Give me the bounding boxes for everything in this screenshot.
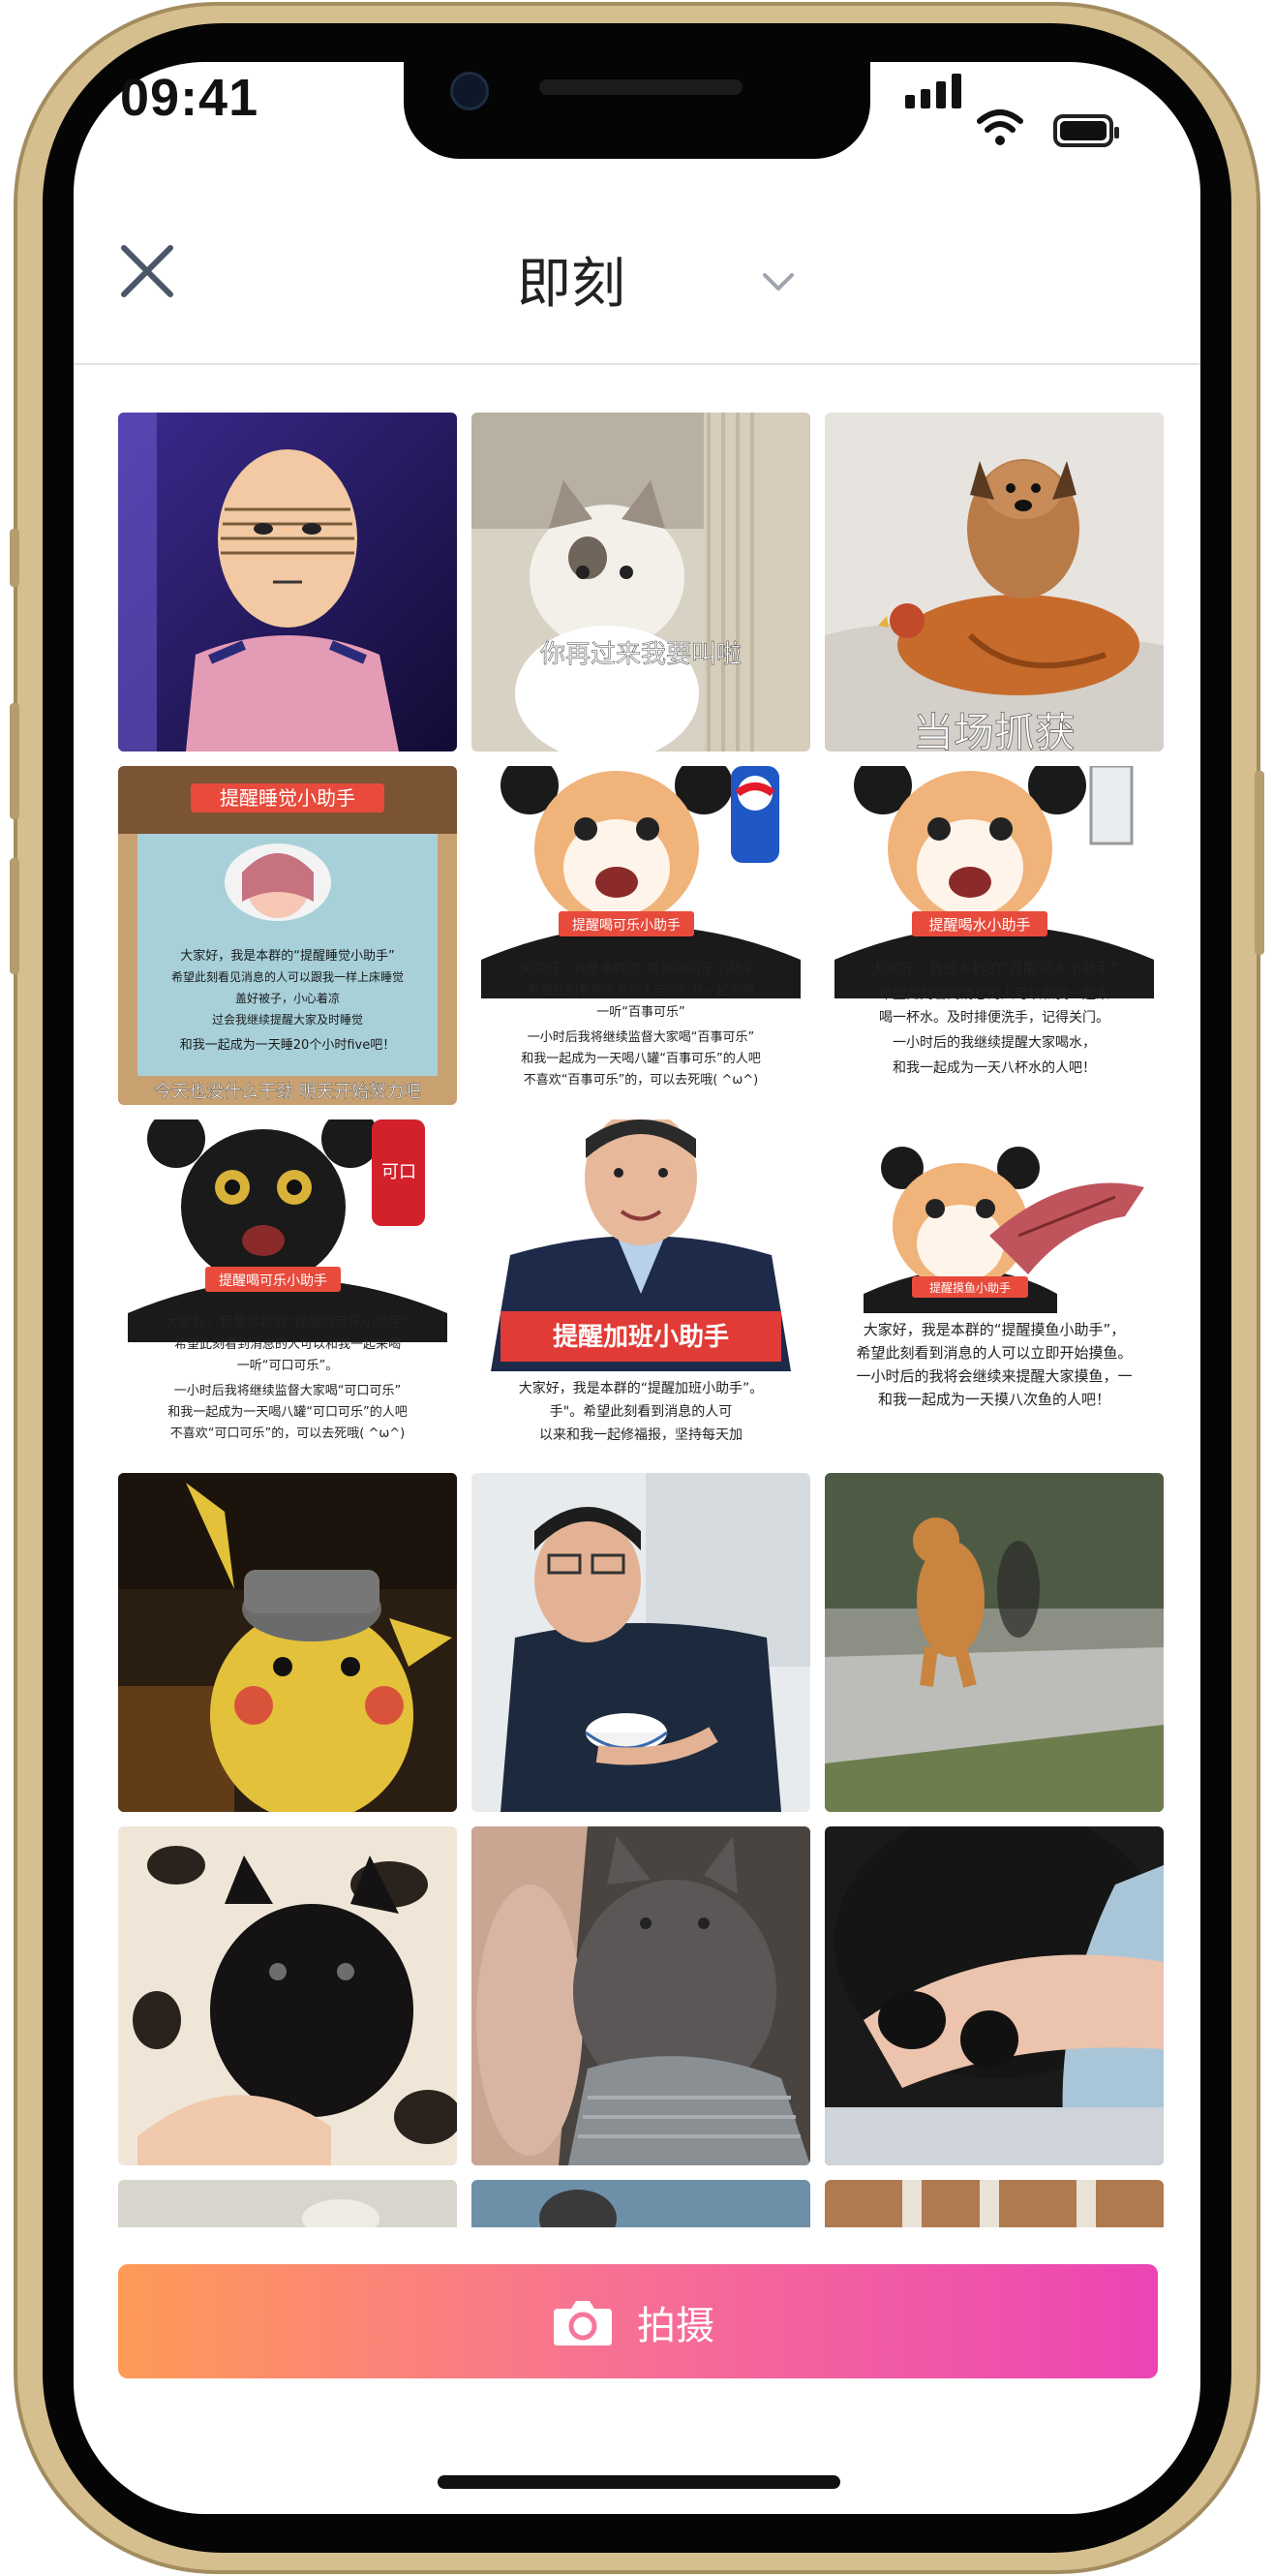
tile-footer: 今天也没什么干劲 明天开始努力吧	[154, 1082, 421, 1102]
tile-caption: 大家好，我是本群的“提醒喝可乐小助手”	[166, 1314, 410, 1331]
tile-badge: 提醒摸鱼小助手	[929, 1280, 1011, 1295]
tile-footer: 不喜欢“可口可乐”的，可以去死哦( ^ω^)	[170, 1426, 405, 1441]
svg-text:希望此刻看到消息的人可以和我一起来: 希望此刻看到消息的人可以和我一起来	[879, 986, 1109, 1002]
photo-tile-saitama[interactable]	[118, 413, 457, 751]
shoot-label: 拍摄	[637, 2304, 714, 2348]
photo-tile-sleep-helper[interactable]: 提醒睡觉小助手 大家好，我是本群的“提醒睡觉小助手” 希望此刻看见消息的人可以跟…	[118, 766, 457, 1105]
svg-text:喝一杯水。及时排便洗手，记得关门。: 喝一杯水。及时排便洗手，记得关门。	[879, 1009, 1109, 1026]
svg-text:希望此刻看到消息的人可以和我一起来喝: 希望此刻看到消息的人可以和我一起来喝	[528, 983, 754, 998]
header-divider	[74, 363, 1200, 365]
tile-caption: 大家好，我是本群的“提醒加班小助手”。	[519, 1380, 764, 1396]
camera-icon	[554, 2301, 612, 2346]
photo-tile-dog-chicken[interactable]: 当场抓获	[825, 413, 1164, 751]
tile-caption: 大家好，我是本群的“提醒摸鱼小助手”，	[864, 1321, 1126, 1338]
notch	[404, 62, 870, 159]
photo-tile-cat-wall[interactable]: 你再过来我要叫啦	[471, 413, 810, 751]
svg-text:和我一起成为一天喝八罐“可口可乐”的人吧: 和我一起成为一天喝八罐“可口可乐”的人吧	[167, 1404, 407, 1420]
svg-text:一听“可口可乐”。: 一听“可口可乐”。	[237, 1359, 338, 1373]
photo-grid: 你再过来我要叫啦 当场抓获 提醒睡觉小助手 大家好，我是本群的“提醒睡觉小助手”…	[118, 413, 1164, 2227]
photo-tile-grey-cat[interactable]	[471, 1826, 810, 2165]
volume-down-button	[10, 858, 19, 974]
svg-text:和我一起成为一天睡20个小时five吧！: 和我一起成为一天睡20个小时five吧！	[180, 1038, 395, 1053]
tile-caption: 大家好，我是本群的“提醒睡觉小助手”	[180, 948, 394, 964]
svg-text:希望此刻看见消息的人可以跟我一样上床睡觉: 希望此刻看见消息的人可以跟我一样上床睡觉	[171, 969, 404, 984]
photo-tile-coke-cat[interactable]: 可口 提醒喝可乐小助手 大家好，我是本群的“提醒喝可乐小助手” 希望此刻看到消息…	[118, 1119, 457, 1458]
svg-text:希望此刻看到消息的人可以立即开始摸鱼。: 希望此刻看到消息的人可以立即开始摸鱼。	[856, 1344, 1132, 1362]
front-camera	[450, 72, 489, 110]
svg-text:一小时后的我继续提醒大家喝水，: 一小时后的我继续提醒大家喝水，	[893, 1034, 1096, 1051]
photo-tile-water-cat[interactable]: 提醒喝水小助手 大家好，我是本群的“提醒喝水小助手” 希望此刻看到消息的人可以和…	[825, 766, 1164, 1105]
speaker	[539, 79, 743, 95]
photo-tile-row6-1[interactable]	[118, 2180, 457, 2227]
tile-footer: 和我一起成为一天八杯水的人吧！	[893, 1060, 1096, 1076]
chevron-down-icon[interactable]	[761, 269, 796, 294]
home-indicator[interactable]	[438, 2475, 840, 2489]
volume-up-button	[10, 703, 19, 819]
photo-tile-cat-arm[interactable]	[825, 1826, 1164, 2165]
photo-tile-fish-cat[interactable]: 提醒摸鱼小助手 大家好，我是本群的“提醒摸鱼小助手”， 希望此刻看到消息的人可以…	[825, 1119, 1164, 1458]
tile-caption: 大家好，我是本群的“提醒喝水小助手”	[870, 960, 1118, 977]
shoot-button[interactable]: 拍摄	[118, 2264, 1158, 2378]
power-button	[1255, 771, 1264, 955]
svg-text:手"。希望此刻看到消息的人可: 手"。希望此刻看到消息的人可	[550, 1403, 732, 1420]
tile-badge: 提醒睡觉小助手	[220, 786, 355, 810]
wifi-icon	[977, 109, 1023, 145]
svg-text:以来和我一起修福报，坚持每天加: 以来和我一起修福报，坚持每天加	[539, 1427, 743, 1443]
svg-text:可口: 可口	[381, 1162, 416, 1182]
svg-text:一听“百事可乐”: 一听“百事可乐”	[596, 1005, 684, 1020]
album-title[interactable]: 即刻	[426, 240, 716, 319]
tile-badge: 提醒喝可乐小助手	[219, 1273, 327, 1289]
svg-text:一小时后我将继续监督大家喝“可口可乐”: 一小时后我将继续监督大家喝“可口可乐”	[174, 1383, 401, 1398]
svg-text:希望此刻看到消息的人可以和我一起来喝: 希望此刻看到消息的人可以和我一起来喝	[174, 1336, 401, 1352]
photo-tile-black-kitten[interactable]	[118, 1826, 457, 2165]
tile-caption: 大家好，我是本群的“提醒喝可乐小助手”	[519, 961, 764, 977]
svg-text:一小时后的我将会继续来提醒大家摸鱼，一: 一小时后的我将会继续来提醒大家摸鱼，一	[856, 1367, 1132, 1385]
tile-badge: 提醒喝水小助手	[928, 916, 1030, 934]
photo-tile-row6-2[interactable]	[471, 2180, 810, 2227]
status-time: 09:41	[120, 69, 259, 127]
svg-text:一小时后我将继续监督大家喝“百事可乐”: 一小时后我将继续监督大家喝“百事可乐”	[528, 1029, 754, 1045]
photo-tile-overtime[interactable]: 提醒加班小助手 大家好，我是本群的“提醒加班小助手”。 手"。希望此刻看到消息的…	[471, 1119, 810, 1458]
battery-icon	[1053, 114, 1119, 147]
mute-switch	[10, 529, 19, 587]
photo-tile-man-bowl[interactable]	[471, 1473, 810, 1812]
svg-text:过会我继续提醒大家及时睡觉: 过会我继续提醒大家及时睡觉	[212, 1012, 363, 1027]
tile-caption: 当场抓获	[913, 709, 1076, 751]
svg-text:盖好被子，小心着凉: 盖好被子，小心着凉	[235, 991, 340, 1005]
tile-badge: 提醒喝可乐小助手	[572, 918, 681, 934]
svg-text:和我一起成为一天喝八罐“百事可乐”的人吧: 和我一起成为一天喝八罐“百事可乐”的人吧	[521, 1051, 760, 1066]
photo-tile-pepsi-cat[interactable]: 提醒喝可乐小助手 大家好，我是本群的“提醒喝可乐小助手” 希望此刻看到消息的人可…	[471, 766, 810, 1105]
tile-footer: 和我一起成为一天摸八次鱼的人吧！	[878, 1391, 1110, 1408]
tile-caption: 你再过来我要叫啦	[540, 640, 742, 669]
tile-badge: 提醒加班小助手	[553, 1323, 729, 1352]
tile-footer: 不喜欢“百事可乐”的，可以去死哦( ^ω^)	[524, 1072, 758, 1088]
photo-tile-pikachu[interactable]	[118, 1473, 457, 1812]
photo-tile-orange-cat[interactable]	[825, 1473, 1164, 1812]
photo-tile-row6-3[interactable]	[825, 2180, 1164, 2227]
close-icon[interactable]	[118, 242, 176, 300]
